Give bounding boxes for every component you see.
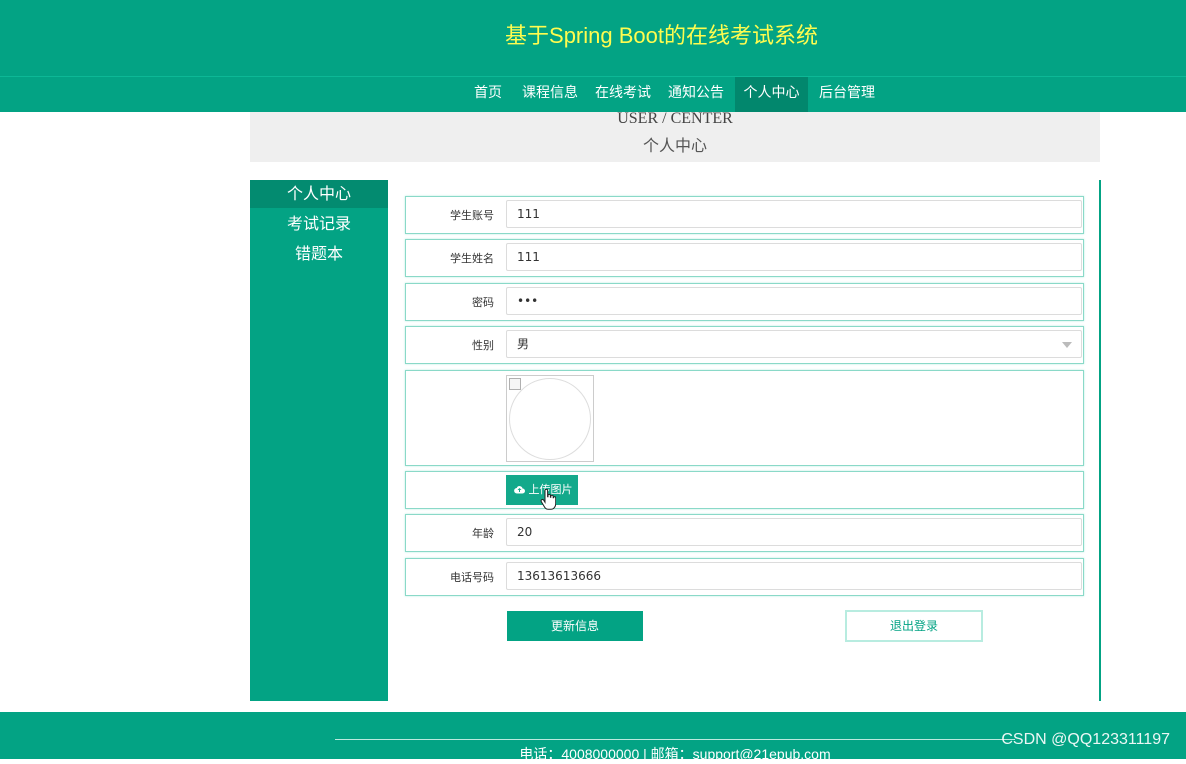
content-divider — [1099, 180, 1101, 701]
nav-item-user-center[interactable]: 个人中心 — [735, 77, 808, 112]
form-row-password: 密码 ••• — [405, 283, 1084, 321]
gender-select[interactable]: 男 — [506, 330, 1082, 358]
avatar-preview — [506, 375, 594, 462]
hand-cursor-icon — [540, 489, 556, 510]
form-row-account: 学生账号 111 — [405, 196, 1084, 234]
upload-cloud-icon — [514, 486, 525, 494]
nav-item-admin[interactable]: 后台管理 — [814, 77, 880, 112]
csdn-watermark: CSDN @QQ123311197 — [1001, 731, 1170, 748]
banner-title-en: USER / CENTER — [617, 110, 733, 127]
avatar — [509, 378, 591, 460]
site-header: 基于Spring Boot的在线考试系统 首页 课程信息 在线考试 通知公告 个… — [0, 0, 1186, 112]
gender-select-value: 男 — [517, 337, 530, 351]
sidebar-item-exam-records[interactable]: 考试记录 — [250, 210, 388, 238]
name-label: 学生姓名 — [450, 252, 494, 265]
nav-item-announcements[interactable]: 通知公告 — [663, 77, 729, 112]
update-info-button[interactable]: 更新信息 — [507, 611, 643, 641]
sidebar: 个人中心 考试记录 错题本 — [250, 180, 388, 701]
form-row-upload: 上传图片 — [405, 471, 1084, 510]
form-row-name: 学生姓名 111 — [405, 239, 1084, 277]
main-nav: 首页 课程信息 在线考试 通知公告 个人中心 后台管理 — [0, 76, 1186, 112]
logout-button[interactable]: 退出登录 — [845, 610, 983, 642]
form-row-age: 年龄 20 — [405, 514, 1084, 552]
phone-label: 电话号码 — [450, 571, 494, 584]
name-input[interactable]: 111 — [506, 243, 1082, 271]
nav-item-online-exam[interactable]: 在线考试 — [590, 77, 656, 112]
gender-label: 性别 — [472, 339, 494, 352]
form-row-gender: 性别 男 — [405, 326, 1084, 364]
sidebar-item-wrong-questions[interactable]: 错题本 — [250, 240, 388, 268]
page-banner: USER / CENTER 个人中心 — [250, 110, 1100, 162]
age-label: 年龄 — [472, 527, 494, 540]
form-row-phone: 电话号码 13613613666 — [405, 558, 1084, 596]
banner-title-cn: 个人中心 — [642, 136, 707, 155]
phone-input[interactable]: 13613613666 — [506, 562, 1082, 590]
footer-divider — [335, 739, 1015, 740]
password-label: 密码 — [472, 296, 494, 309]
broken-image-icon — [509, 378, 521, 390]
site-title: 基于Spring Boot的在线考试系统 — [505, 23, 818, 48]
form-row-avatar — [405, 370, 1084, 466]
password-input[interactable]: ••• — [506, 287, 1082, 315]
age-input[interactable]: 20 — [506, 518, 1082, 546]
account-label: 学生账号 — [450, 209, 494, 222]
sidebar-item-user-center[interactable]: 个人中心 — [250, 180, 388, 208]
nav-item-home[interactable]: 首页 — [466, 77, 510, 112]
nav-item-courses[interactable]: 课程信息 — [518, 77, 582, 112]
chevron-down-icon — [1062, 342, 1072, 348]
account-input[interactable]: 111 — [506, 200, 1082, 228]
